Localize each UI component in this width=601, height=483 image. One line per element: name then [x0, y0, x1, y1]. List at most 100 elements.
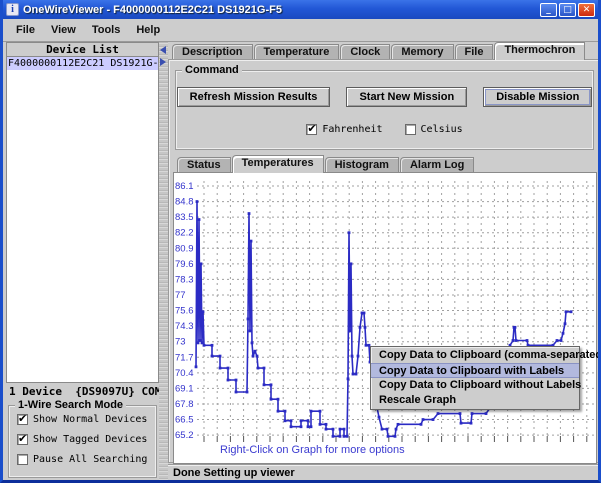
- y-axis-label: 77: [175, 290, 186, 301]
- data-point-marker: [351, 355, 354, 358]
- window-title: OneWireViewer - F4000000112E2C21 DS1921G…: [23, 4, 540, 16]
- data-point-marker: [307, 419, 310, 422]
- data-point-marker: [235, 379, 238, 382]
- show-tagged-devices-checkbox[interactable]: [17, 434, 28, 445]
- data-point-marker: [332, 435, 335, 438]
- data-point-marker: [199, 339, 202, 342]
- data-point-marker: [290, 419, 293, 422]
- y-axis-label: 66.5: [175, 415, 194, 426]
- show-tagged-devices-row[interactable]: Show Tagged Devices: [17, 432, 156, 446]
- data-point-marker: [347, 377, 350, 380]
- fahrenheit-option[interactable]: Fahrenheit: [306, 124, 382, 135]
- viewer-panel: Description Temperature Clock Memory Fil…: [168, 42, 601, 480]
- menu-item-copy-comma-separated[interactable]: Copy Data to Clipboard (comma-separated): [371, 348, 579, 363]
- refresh-mission-results-button[interactable]: Refresh Mission Results: [177, 87, 331, 107]
- tab-temperature[interactable]: Temperature: [254, 44, 340, 60]
- data-point-marker: [319, 423, 322, 426]
- menu-file[interactable]: File: [9, 21, 42, 39]
- data-point-marker: [284, 410, 287, 413]
- data-point-marker: [556, 339, 559, 342]
- data-point-marker: [310, 410, 313, 413]
- splitter-collapse-left-icon[interactable]: [160, 46, 166, 54]
- tab-memory[interactable]: Memory: [391, 44, 453, 60]
- data-point-marker: [515, 339, 518, 342]
- data-point-marker: [248, 212, 251, 215]
- title-bar[interactable]: i OneWireViewer - F4000000112E2C21 DS192…: [3, 0, 598, 19]
- menu-item-copy-with-labels[interactable]: Copy Data to Clipboard with Labels: [371, 363, 579, 378]
- pause-all-searching-row[interactable]: Pause All Searching: [17, 452, 156, 466]
- menu-help[interactable]: Help: [129, 21, 167, 39]
- data-point-marker: [565, 310, 568, 313]
- show-normal-devices-row[interactable]: Show Normal Devices: [17, 412, 156, 426]
- tab-thermochron[interactable]: Thermochron: [494, 42, 585, 60]
- menu-item-rescale-graph[interactable]: Rescale Graph: [371, 393, 579, 408]
- y-axis-label: 78.3: [175, 274, 194, 285]
- device-list-item-selected[interactable]: F4000000112E2C21 DS1921G-F5: [7, 57, 158, 70]
- celsius-checkbox[interactable]: [405, 124, 416, 135]
- graph-context-menu: Copy Data to Clipboard (comma-separated)…: [370, 346, 580, 410]
- menu-tools[interactable]: Tools: [85, 21, 128, 39]
- data-point-marker: [270, 383, 273, 386]
- data-point-marker: [197, 341, 200, 344]
- data-point-marker: [263, 383, 266, 386]
- data-point-marker: [310, 425, 313, 428]
- data-point-marker: [290, 425, 293, 428]
- search-mode-groupbox: 1-Wire Search Mode Show Normal Devices S…: [8, 405, 157, 478]
- maximize-button[interactable]: □: [559, 3, 576, 17]
- data-point-marker: [346, 435, 349, 438]
- data-point-marker: [562, 332, 565, 335]
- tab-status[interactable]: Status: [177, 157, 231, 173]
- command-groupbox: Command Refresh Mission Results Start Ne…: [175, 70, 594, 150]
- command-title: Command: [182, 64, 242, 76]
- splitter-collapse-right-icon[interactable]: [160, 58, 166, 66]
- status-bar: Done Setting up viewer: [168, 464, 601, 481]
- y-axis-label: 71.7: [175, 352, 194, 363]
- minimize-button[interactable]: _: [540, 3, 557, 17]
- y-axis-label: 73: [175, 337, 186, 348]
- temperature-graph-panel[interactable]: 86.184.883.582.280.979.678.37775.674.373…: [173, 172, 597, 464]
- data-point-marker: [570, 310, 573, 313]
- data-point-marker: [211, 344, 214, 347]
- data-point-marker: [219, 355, 222, 358]
- data-point-marker: [485, 412, 488, 415]
- menu-view[interactable]: View: [44, 21, 83, 39]
- data-point-marker: [394, 435, 397, 438]
- data-point-marker: [432, 418, 435, 421]
- data-point-marker: [307, 425, 310, 428]
- data-point-marker: [198, 218, 201, 221]
- y-axis-label: 84.8: [175, 197, 194, 208]
- data-point-marker: [359, 326, 362, 329]
- tab-clock[interactable]: Clock: [340, 44, 390, 60]
- data-point-marker: [235, 391, 238, 394]
- data-point-marker: [195, 365, 198, 368]
- data-point-marker: [332, 428, 335, 431]
- panel-splitter[interactable]: [159, 42, 168, 480]
- tab-alarm-log[interactable]: Alarm Log: [400, 157, 474, 173]
- pause-all-searching-checkbox[interactable]: [17, 454, 28, 465]
- tab-temperatures[interactable]: Temperatures: [232, 155, 324, 173]
- data-point-marker: [227, 379, 230, 382]
- fahrenheit-checkbox[interactable]: [306, 124, 317, 135]
- data-point-marker: [395, 428, 398, 431]
- show-normal-devices-checkbox[interactable]: [17, 414, 28, 425]
- data-point-marker: [254, 350, 257, 353]
- app-window: i OneWireViewer - F4000000112E2C21 DS192…: [0, 0, 601, 483]
- device-list[interactable]: F4000000112E2C21 DS1921G-F5: [6, 57, 159, 383]
- data-point-marker: [514, 326, 517, 329]
- y-axis-label: 86.1: [175, 181, 194, 192]
- tab-file[interactable]: File: [455, 44, 494, 60]
- start-new-mission-button[interactable]: Start New Mission: [346, 87, 467, 107]
- menu-item-copy-without-labels[interactable]: Copy Data to Clipboard without Labels: [371, 378, 579, 393]
- celsius-option[interactable]: Celsius: [405, 124, 463, 135]
- tab-description[interactable]: Description: [172, 44, 253, 60]
- close-button[interactable]: ✕: [578, 3, 595, 17]
- show-normal-devices-label: Show Normal Devices: [33, 414, 147, 425]
- y-axis-label: 69.1: [175, 383, 194, 394]
- data-point-marker: [365, 344, 368, 347]
- y-axis-label: 83.5: [175, 212, 194, 223]
- data-point-marker: [381, 428, 384, 431]
- tab-histogram[interactable]: Histogram: [325, 157, 399, 173]
- data-point-marker: [352, 373, 355, 376]
- disable-mission-button[interactable]: Disable Mission: [483, 87, 592, 107]
- data-point-marker: [339, 428, 342, 431]
